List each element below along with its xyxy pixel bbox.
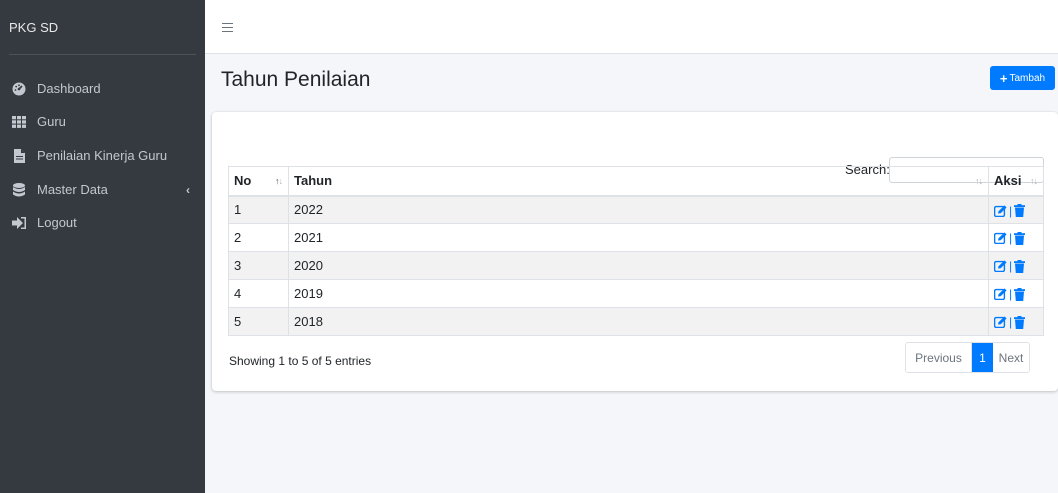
column-header-label: No xyxy=(234,173,252,189)
cell-tahun: 2022 xyxy=(288,195,989,224)
edit-icon[interactable] xyxy=(994,232,1007,245)
column-header-label: Aksi xyxy=(994,173,1022,189)
cell-aksi: | xyxy=(988,195,1044,224)
table-row: 5 2018 | xyxy=(228,307,1044,336)
edit-icon[interactable] xyxy=(994,288,1007,301)
sidebar-item-master-data[interactable]: Master Data ‹ xyxy=(9,176,196,203)
data-card: Search: No ↑↓ Tahun ↑↓ Aksi ↑↓ 1 2022 | … xyxy=(212,112,1058,391)
cell-aksi: | xyxy=(988,279,1044,308)
action-separator: | xyxy=(1009,315,1013,330)
column-header-aksi[interactable]: Aksi ↑↓ xyxy=(988,166,1044,197)
table-info: Showing 1 to 5 of 5 entries xyxy=(229,354,372,368)
cell-no: 5 xyxy=(228,307,289,336)
chevron-left-icon[interactable]: ‹ xyxy=(186,183,190,197)
sort-icon: ↑↓ xyxy=(975,176,983,186)
cell-tahun: 2021 xyxy=(288,223,989,252)
action-separator: | xyxy=(1009,259,1013,274)
sidebar-item-label: Master Data xyxy=(37,182,108,197)
table-row: 4 2019 | xyxy=(228,279,1044,308)
column-header-no[interactable]: No ↑↓ xyxy=(228,166,289,197)
sidebar-item-penilaian-kinerja-guru[interactable]: Penilaian Kinerja Guru xyxy=(9,142,196,169)
pagination-next[interactable]: Next xyxy=(993,343,1029,372)
sidebar-item-dashboard[interactable]: Dashboard xyxy=(9,75,196,102)
trash-icon[interactable] xyxy=(1014,287,1026,301)
trash-icon[interactable] xyxy=(1014,315,1026,329)
cell-tahun: 2019 xyxy=(288,279,989,308)
cell-aksi: | xyxy=(988,251,1044,280)
edit-icon[interactable] xyxy=(994,260,1007,273)
column-header-label: Tahun xyxy=(294,173,333,189)
edit-icon[interactable] xyxy=(994,316,1007,329)
cell-no: 4 xyxy=(228,279,289,308)
sidebar-item-label: Penilaian Kinerja Guru xyxy=(37,148,168,163)
sidebar-item-label: Dashboard xyxy=(37,81,101,96)
cell-aksi: | xyxy=(988,223,1044,252)
sidebar-item-logout[interactable]: Logout xyxy=(9,209,196,236)
table-row: 1 2022 | xyxy=(228,195,1044,224)
add-button[interactable]: + Tambah xyxy=(990,66,1055,90)
trash-icon[interactable] xyxy=(1014,204,1026,218)
grid-icon xyxy=(12,115,26,129)
cell-aksi: | xyxy=(988,307,1044,336)
plus-icon: + xyxy=(999,70,1008,86)
action-separator: | xyxy=(1009,287,1013,302)
edit-icon[interactable] xyxy=(994,204,1007,217)
column-header-tahun[interactable]: Tahun ↑↓ xyxy=(288,166,989,197)
pagination-previous[interactable]: Previous xyxy=(906,343,972,372)
table-row: 2 2021 | xyxy=(228,223,1044,252)
trash-icon[interactable] xyxy=(1014,231,1026,245)
sidebar-nav: Dashboard Guru Penilaian Kinerja Guru Ma… xyxy=(0,55,205,236)
cell-no: 3 xyxy=(228,251,289,280)
sidebar-item-guru[interactable]: Guru xyxy=(9,108,196,135)
trash-icon[interactable] xyxy=(1014,259,1026,273)
sort-icon: ↑↓ xyxy=(1030,176,1038,186)
cell-no: 1 xyxy=(228,195,289,224)
sign-out-icon xyxy=(12,216,26,230)
table-row: 3 2020 | xyxy=(228,251,1044,280)
cell-no: 2 xyxy=(228,223,289,252)
sidebar-item-label: Logout xyxy=(37,215,77,230)
action-separator: | xyxy=(1009,203,1013,218)
file-icon xyxy=(12,148,26,163)
pagination-page-current[interactable]: 1 xyxy=(972,343,993,372)
table-header-row: No ↑↓ Tahun ↑↓ Aksi ↑↓ xyxy=(228,166,1044,197)
top-navbar xyxy=(205,0,1058,54)
tachometer-icon xyxy=(12,82,26,96)
brand-logo-text[interactable]: PKG SD xyxy=(9,0,196,54)
action-separator: | xyxy=(1009,231,1013,246)
sidebar: PKG SD Dashboard Guru Penilaian Kinerja … xyxy=(0,0,205,493)
page-title: Tahun Penilaian xyxy=(221,68,371,91)
hamburger-icon[interactable] xyxy=(222,23,233,32)
pagination: Previous 1 Next xyxy=(905,342,1030,373)
cell-tahun: 2020 xyxy=(288,251,989,280)
cell-tahun: 2018 xyxy=(288,307,989,336)
add-button-label: Tambah xyxy=(1009,72,1046,84)
sidebar-item-label: Guru xyxy=(37,114,66,129)
sort-asc-icon: ↑↓ xyxy=(275,176,283,186)
database-icon xyxy=(12,182,26,197)
data-table: No ↑↓ Tahun ↑↓ Aksi ↑↓ 1 2022 | 2 2021 |… xyxy=(228,166,1044,336)
brand-container: PKG SD xyxy=(9,0,196,55)
